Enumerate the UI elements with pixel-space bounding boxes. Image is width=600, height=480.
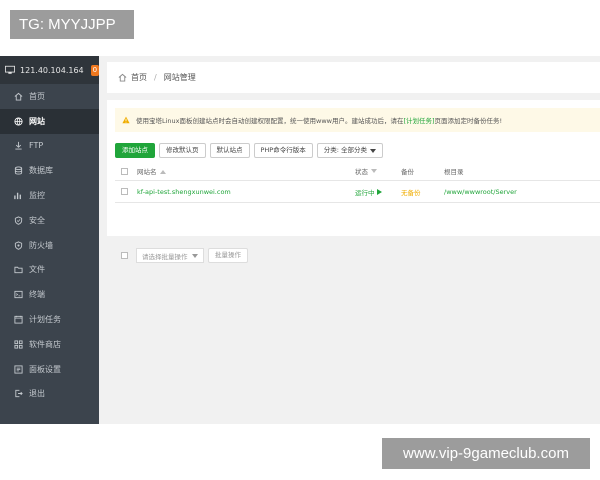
sidebar-item-label: 面板设置 bbox=[29, 364, 61, 374]
site-panel: 使用宝塔Linux面板创建站点时会自动创建权限配置，统一使用www用户。建站成功… bbox=[107, 100, 600, 263]
sidebar-item-store[interactable]: 软件商店 bbox=[0, 332, 99, 357]
play-icon bbox=[376, 188, 382, 195]
header-status[interactable]: 状态 bbox=[355, 166, 401, 176]
batch-bar: 请选择批量操作 批量操作 bbox=[115, 248, 248, 263]
sidebar-item-label: 防火墙 bbox=[29, 240, 53, 250]
sidebar-item-security[interactable]: 安全 bbox=[0, 208, 99, 233]
clock-icon bbox=[14, 315, 23, 324]
ftp-icon bbox=[15, 142, 22, 151]
sort-icon bbox=[159, 169, 166, 174]
sidebar-item-label: 监控 bbox=[29, 191, 45, 201]
sidebar-item-label: 首页 bbox=[29, 91, 45, 101]
sidebar-item-label: 文件 bbox=[29, 265, 45, 275]
watermark-bottom: www.vip-9gameclub.com bbox=[382, 438, 590, 469]
database-icon bbox=[14, 166, 23, 175]
sidebar-item-label: 软件商店 bbox=[29, 339, 61, 349]
settings-icon bbox=[14, 365, 23, 374]
breadcrumb-home[interactable]: 首页 bbox=[131, 72, 147, 83]
sort-icon bbox=[371, 168, 377, 173]
sidebar-item-logout[interactable]: 退出 bbox=[0, 382, 99, 407]
alert-text-end: 页面添加定时备份任务! bbox=[434, 117, 503, 125]
folder-icon bbox=[14, 267, 23, 274]
watermark-top: TG: MYYJJPP bbox=[10, 10, 134, 39]
header-backup: 备份 bbox=[401, 168, 414, 176]
grid-icon bbox=[14, 340, 23, 349]
monitor-icon bbox=[14, 192, 21, 200]
sidebar-item-label: 计划任务 bbox=[29, 315, 61, 325]
sidebar-item-home[interactable]: 首页 bbox=[0, 84, 99, 109]
monitor-icon bbox=[5, 65, 16, 74]
default-site-button[interactable]: 默认站点 bbox=[209, 143, 250, 158]
root-dir-link[interactable]: /www/wwwroot/Server bbox=[444, 188, 517, 196]
select-all-checkbox[interactable] bbox=[121, 167, 128, 175]
breadcrumb-separator: / bbox=[154, 73, 157, 82]
shield-icon bbox=[14, 216, 23, 225]
globe-icon bbox=[14, 117, 23, 126]
add-site-button[interactable]: 添加站点 bbox=[115, 143, 155, 158]
sidebar-item-firewall[interactable]: 防火墙 bbox=[0, 233, 99, 258]
sidebar-item-files[interactable]: 文件 bbox=[0, 258, 99, 283]
row-checkbox[interactable] bbox=[121, 188, 128, 195]
notice-alert: 使用宝塔Linux面板创建站点时会自动创建权限配置，统一使用www用户。建站成功… bbox=[115, 108, 600, 132]
batch-checkbox[interactable] bbox=[121, 252, 128, 259]
sidebar-item-label: 数据库 bbox=[29, 166, 53, 176]
batch-select-placeholder: 请选择批量操作 bbox=[142, 252, 188, 261]
table-header: 网站名 状态 备份 根目录 bbox=[115, 162, 600, 181]
sidebar-item-label: FTP bbox=[29, 141, 44, 151]
sidebar-item-label: 终端 bbox=[29, 290, 45, 300]
main-content: 首页 / 网站管理 使用宝塔Linux面板创建站点时会自动创建权限配置，统一使用… bbox=[99, 56, 600, 424]
header-status-label: 状态 bbox=[355, 168, 368, 176]
php-cli-button[interactable]: PHP命令行版本 bbox=[253, 143, 313, 158]
server-ip: 121.40.104.164 bbox=[20, 65, 84, 75]
sidebar-item-website[interactable]: 网站 bbox=[0, 108, 99, 134]
site-name-link[interactable]: kf-api-test.shengxunwei.com bbox=[137, 188, 231, 196]
chevron-down-icon bbox=[370, 148, 376, 153]
toolbar: 添加站点 修改默认页 默认站点 PHP命令行版本 分类: 全部分类 bbox=[115, 143, 383, 158]
category-label: 分类: 全部分类 bbox=[323, 146, 367, 154]
sidebar: 121.40.104.164 0 首页 网站 FTP 数据库 监控 安全 防火墙… bbox=[0, 56, 99, 424]
batch-action-button[interactable]: 批量操作 bbox=[208, 248, 248, 263]
sidebar-item-label: 网站 bbox=[29, 116, 45, 126]
breadcrumb-current: 网站管理 bbox=[163, 73, 196, 82]
default-page-button[interactable]: 修改默认页 bbox=[159, 143, 206, 158]
header-name-label: 网站名 bbox=[137, 168, 157, 176]
terminal-icon bbox=[14, 291, 23, 299]
site-table: 网站名 状态 备份 根目录 kf-api-test.shengxunwei.co… bbox=[115, 162, 600, 203]
alert-text: 使用宝塔Linux面板创建站点时会自动创建权限配置，统一使用www用户。建站成功… bbox=[136, 117, 404, 125]
server-header[interactable]: 121.40.104.164 0 bbox=[0, 56, 99, 84]
table-row: kf-api-test.shengxunwei.com 运行中 无备份 /www… bbox=[115, 181, 600, 203]
backup-link[interactable]: 无备份 bbox=[401, 189, 421, 197]
sidebar-item-label: 安全 bbox=[29, 215, 45, 225]
sidebar-item-monitor[interactable]: 监控 bbox=[0, 183, 99, 208]
panel-app: 121.40.104.164 0 首页 网站 FTP 数据库 监控 安全 防火墙… bbox=[0, 56, 600, 424]
firewall-icon bbox=[14, 241, 23, 250]
sidebar-item-terminal[interactable]: 终端 bbox=[0, 282, 99, 307]
logout-icon bbox=[15, 390, 23, 398]
header-name[interactable]: 网站名 bbox=[137, 166, 355, 176]
update-badge[interactable]: 0 bbox=[90, 64, 99, 76]
sidebar-item-cron[interactable]: 计划任务 bbox=[0, 307, 99, 332]
sidebar-item-label: 退出 bbox=[29, 389, 45, 399]
sidebar-item-settings[interactable]: 面板设置 bbox=[0, 357, 99, 382]
cron-link[interactable]: [计划任务] bbox=[403, 115, 434, 125]
batch-select[interactable]: 请选择批量操作 bbox=[136, 248, 204, 263]
warning-icon bbox=[122, 116, 130, 124]
status-label: 运行中 bbox=[355, 188, 375, 197]
home-icon bbox=[14, 92, 23, 101]
chevron-down-icon bbox=[192, 253, 198, 258]
sidebar-item-ftp[interactable]: FTP bbox=[0, 134, 99, 159]
category-select[interactable]: 分类: 全部分类 bbox=[316, 143, 383, 158]
status-toggle[interactable]: 运行中 bbox=[355, 187, 382, 197]
home-icon bbox=[118, 73, 127, 82]
breadcrumb: 首页 / 网站管理 bbox=[107, 62, 600, 93]
sidebar-item-database[interactable]: 数据库 bbox=[0, 158, 99, 183]
header-root: 根目录 bbox=[444, 168, 464, 176]
